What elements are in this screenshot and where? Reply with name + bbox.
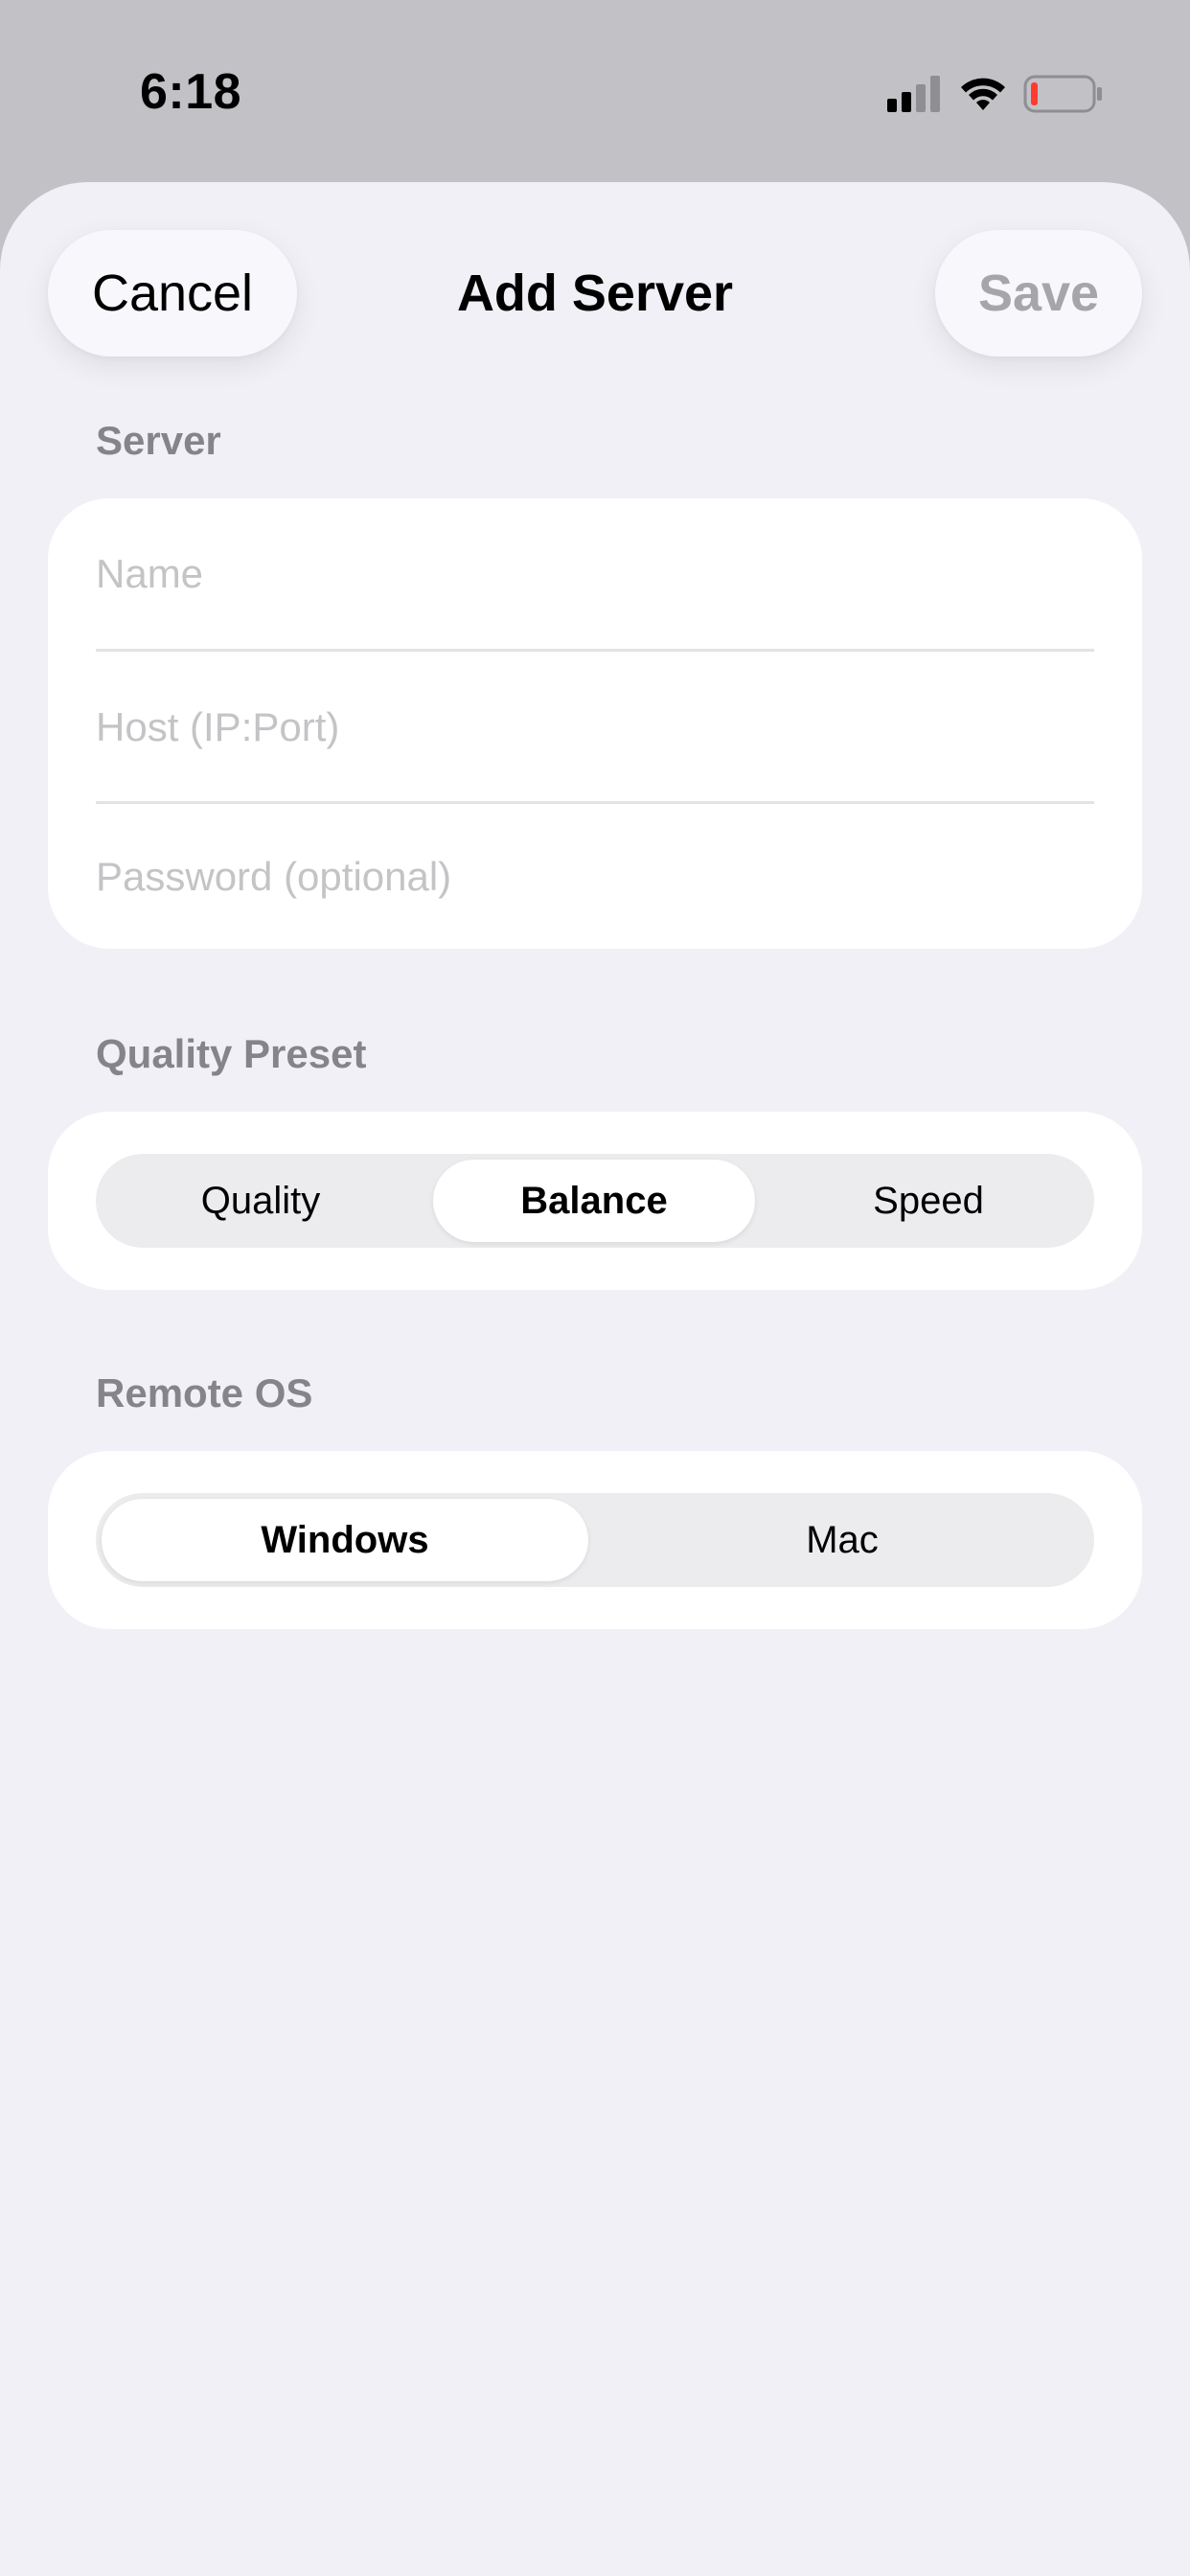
- password-field-row: [96, 804, 1094, 949]
- quality-preset-segmented-control: Quality Balance Speed: [96, 1154, 1094, 1248]
- save-button[interactable]: Save: [935, 230, 1142, 356]
- segment-speed[interactable]: Speed: [763, 1160, 1094, 1242]
- status-icons: [887, 75, 1104, 117]
- password-field[interactable]: [96, 804, 1094, 949]
- wifi-icon: [960, 76, 1006, 117]
- add-server-sheet: Cancel Add Server Save Server Quality Pr…: [0, 182, 1190, 2576]
- segment-mac[interactable]: Mac: [596, 1499, 1088, 1581]
- server-section-header: Server: [96, 418, 221, 463]
- name-field[interactable]: [96, 498, 1094, 650]
- host-field-row: [96, 652, 1094, 803]
- status-bar: 6:18: [0, 0, 1190, 182]
- status-time: 6:18: [140, 64, 242, 120]
- cellular-signal-icon: [887, 75, 943, 117]
- remote-os-section-header: Remote OS: [96, 1370, 313, 1415]
- quality-preset-section-header: Quality Preset: [96, 1031, 367, 1076]
- quality-preset-card: Quality Balance Speed: [48, 1112, 1142, 1290]
- cancel-button[interactable]: Cancel: [48, 230, 297, 356]
- remote-os-card: Windows Mac: [48, 1451, 1142, 1629]
- segment-quality[interactable]: Quality: [96, 1160, 425, 1242]
- server-card: [48, 498, 1142, 949]
- segment-balance[interactable]: Balance: [433, 1160, 755, 1242]
- battery-low-icon: [1023, 75, 1104, 118]
- name-field-row: [96, 498, 1094, 650]
- segment-windows[interactable]: Windows: [102, 1499, 588, 1581]
- host-field[interactable]: [96, 652, 1094, 803]
- remote-os-segmented-control: Windows Mac: [96, 1493, 1094, 1587]
